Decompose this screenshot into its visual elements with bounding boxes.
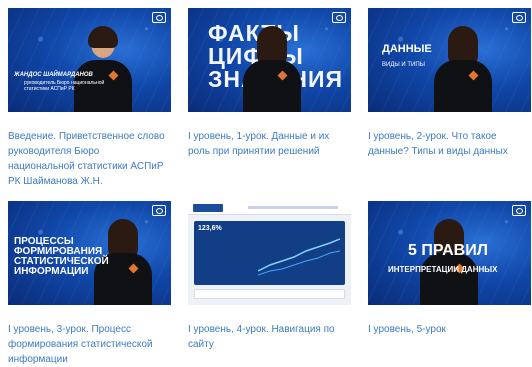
video-card: ФАКТЫ ЦИФРЫ ЗНАЧЕНИЯ I уровень, 1-урок. … — [188, 8, 351, 159]
video-card: ПРОЦЕССЫ ФОРМИРОВАНИЯ СТАТИСТИЧЕСКОЙ ИНФ… — [8, 201, 171, 367]
presenter-figure — [420, 219, 478, 305]
video-thumbnail[interactable]: ДАННЫЕ ВИДЫ И ТИПЫ — [368, 8, 531, 112]
thumb-title: 5 ПРАВИЛ — [408, 242, 488, 259]
video-title-link[interactable]: I уровень, 5-урок — [368, 322, 528, 337]
video-card: ЖАНДОС ШАЙМАРДАНОВ руководитель Бюро нац… — [8, 8, 171, 189]
video-grid: ЖАНДОС ШАЙМАРДАНОВ руководитель Бюро нац… — [0, 0, 532, 367]
site-stat-value: 123,6% — [198, 225, 222, 232]
video-card: 5 ПРАВИЛ ИНТЕРПРЕТАЦИИ ДАННЫХ I уровень,… — [368, 201, 531, 337]
presenter-figure — [434, 26, 492, 112]
thumb-presenter-name: ЖАНДОС ШАЙМАРДАНОВ — [14, 72, 93, 78]
bns-logo-icon — [152, 12, 166, 23]
video-thumbnail[interactable]: 5 ПРАВИЛ ИНТЕРПРЕТАЦИИ ДАННЫХ — [368, 201, 531, 305]
presenter-figure — [74, 26, 132, 112]
video-title-link[interactable]: Введение. Приветственное слово руководит… — [8, 129, 168, 189]
thumb-presenter-role: руководитель Бюро национальной статистик… — [24, 80, 105, 92]
thumb-title: ДАННЫЕ — [382, 43, 432, 55]
video-thumbnail[interactable]: ПРОЦЕССЫ ФОРМИРОВАНИЯ СТАТИСТИЧЕСКОЙ ИНФ… — [8, 201, 171, 305]
bns-logo-icon — [152, 205, 166, 216]
thumb-subtitle: ИНТЕРПРЕТАЦИИ ДАННЫХ — [388, 265, 498, 274]
site-header — [188, 201, 351, 215]
video-title-link[interactable]: I уровень, 1-урок. Данные и их роль при … — [188, 129, 348, 159]
video-thumbnail[interactable]: 123,6% — [188, 201, 351, 305]
thumb-title: ПРОЦЕССЫ ФОРМИРОВАНИЯ СТАТИСТИЧЕСКОЙ ИНФ… — [14, 236, 109, 277]
video-card: 123,6% I уровень, 4-урок. Навигация по с… — [188, 201, 351, 352]
video-title-link[interactable]: I уровень, 4-урок. Навигация по сайту — [188, 322, 348, 352]
bns-logo-icon — [512, 205, 526, 216]
video-thumbnail[interactable]: ФАКТЫ ЦИФРЫ ЗНАЧЕНИЯ — [188, 8, 351, 112]
video-title-link[interactable]: I уровень, 2-урок. Что такое данные? Тип… — [368, 129, 528, 159]
video-card: ДАННЫЕ ВИДЫ И ТИПЫ I уровень, 2-урок. Чт… — [368, 8, 531, 159]
bns-logo-icon — [512, 12, 526, 23]
presenter-figure — [243, 26, 301, 112]
video-thumbnail[interactable]: ЖАНДОС ШАЙМАРДАНОВ руководитель Бюро нац… — [8, 8, 171, 112]
thumb-subtitle: ВИДЫ И ТИПЫ — [382, 62, 425, 68]
site-tabs — [194, 289, 345, 299]
video-title-link[interactable]: I уровень, 3-урок. Процесс формирования … — [8, 322, 168, 367]
site-chart — [258, 238, 340, 276]
